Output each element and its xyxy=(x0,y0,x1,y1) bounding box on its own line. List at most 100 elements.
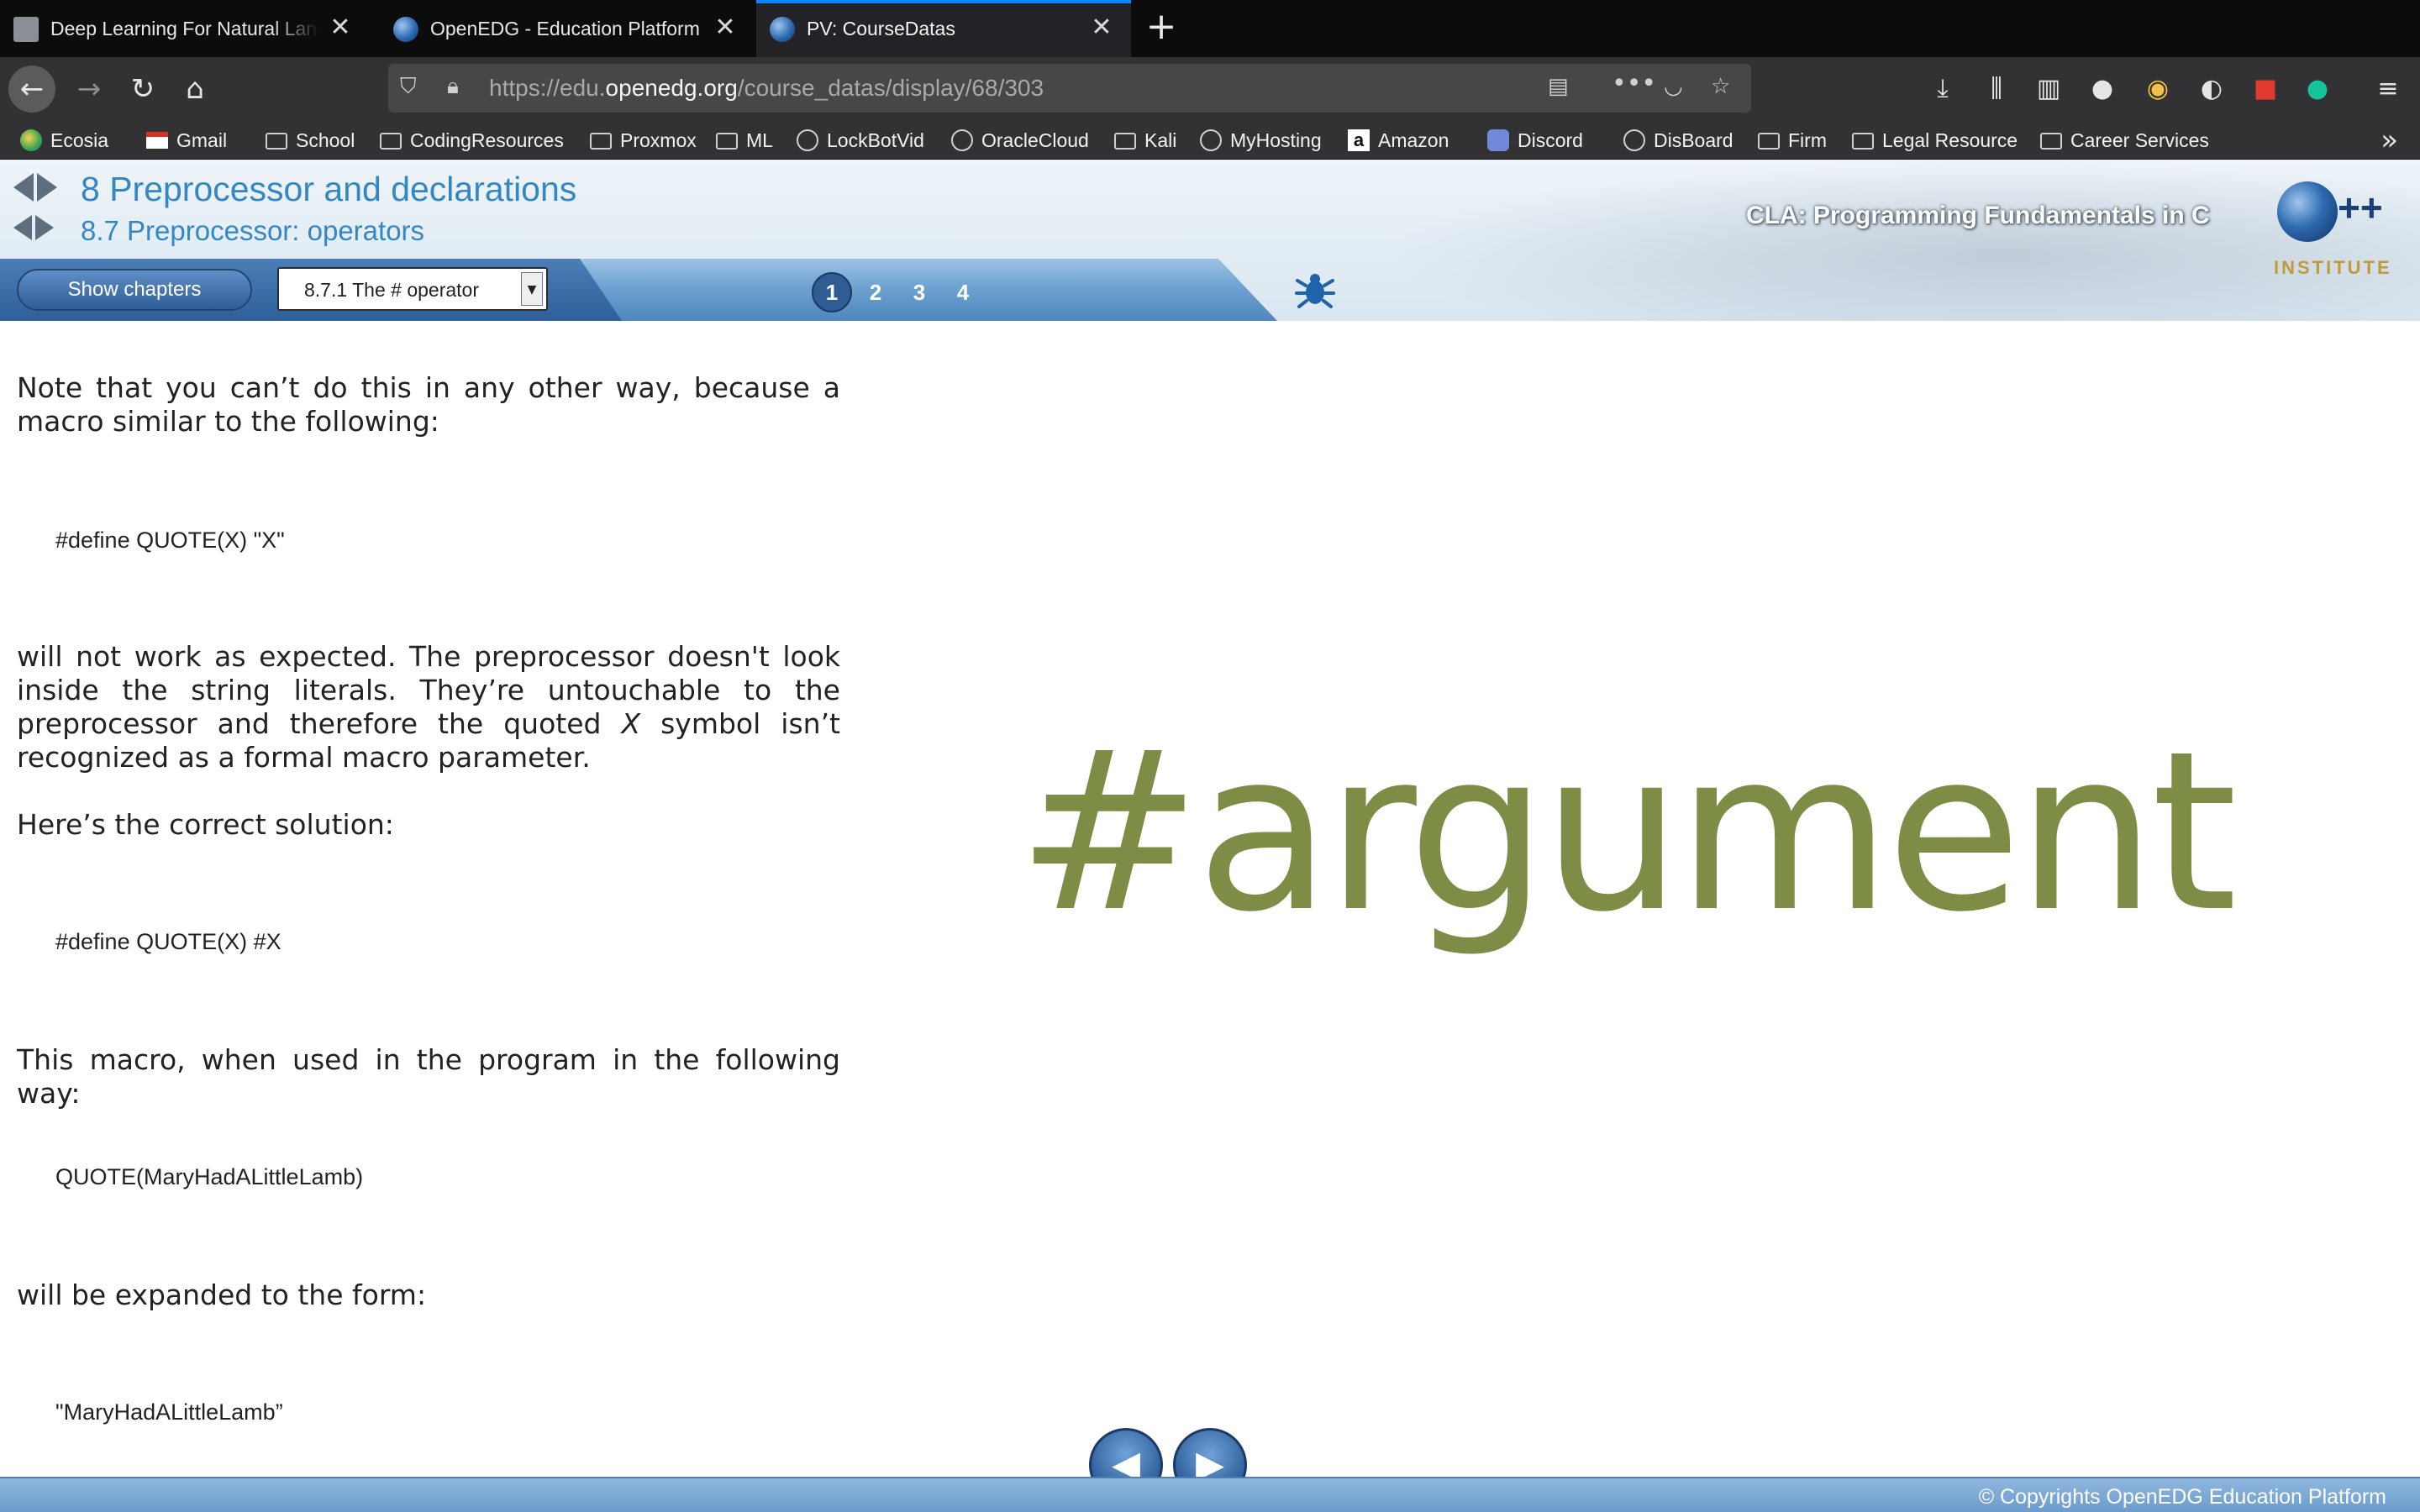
tab-coursedatas[interactable]: PV: CourseDatas ✕ xyxy=(756,0,1131,57)
bookmark-proxmox[interactable]: Proxmox xyxy=(590,124,697,156)
library-icon[interactable]: ⫼ xyxy=(1980,72,2013,106)
ecosia-icon xyxy=(20,129,42,151)
close-icon[interactable]: ✕ xyxy=(326,13,355,42)
bookmark-codingresources[interactable]: CodingResources xyxy=(380,124,564,156)
chevron-double-right-icon[interactable]: » xyxy=(2381,121,2398,160)
amazon-icon: a xyxy=(1348,129,1370,151)
folder-icon xyxy=(266,133,287,150)
bookmark-label: OracleCloud xyxy=(981,129,1089,151)
lock-icon: 🔒︎ xyxy=(447,74,459,99)
tab-title: PV: CourseDatas xyxy=(807,17,955,39)
bookmark-myhosting[interactable]: MyHosting xyxy=(1200,124,1322,156)
bookmark-lockbotvid[interactable]: LockBotVid xyxy=(797,124,924,156)
code-snippet: #define QUOTE(X) "X" xyxy=(55,528,285,553)
bookmark-discord[interactable]: Discord xyxy=(1487,124,1583,156)
bookmark-career-services[interactable]: Career Services xyxy=(2040,124,2209,156)
arrow-left-icon: ← xyxy=(19,72,45,106)
page-button-4[interactable]: 4 xyxy=(943,272,983,312)
chapter-next-icon[interactable] xyxy=(37,173,57,202)
paragraph: will not work as expected. The preproces… xyxy=(17,640,840,774)
code-snippet: "MaryHadALittleLamb” xyxy=(55,1399,283,1425)
more-actions-icon[interactable]: ••• xyxy=(1612,69,1656,98)
section-select[interactable]: 8.7.1 The # operator ▼ xyxy=(277,267,548,311)
globe-icon xyxy=(1200,129,1222,151)
cpp-institute-logo: ++ INSTITUTE xyxy=(2274,181,2400,291)
new-tab-button[interactable]: + xyxy=(1143,8,1180,47)
logo-text: ++ xyxy=(2338,186,2383,229)
folder-icon xyxy=(1852,133,1874,150)
url-domain: openedg.org xyxy=(605,75,738,101)
navigation-toolbar: ← → ↻ ⌂ ⛉ 🔒︎ https://edu.openedg.org/cou… xyxy=(0,57,2420,121)
page-button-2[interactable]: 2 xyxy=(855,272,896,312)
page-button-1[interactable]: 1 xyxy=(812,272,852,312)
bookmark-label: Discord xyxy=(1518,129,1583,151)
bookmark-ecosia[interactable]: Ecosia xyxy=(20,124,108,156)
download-icon[interactable]: ⤓ xyxy=(1926,72,1960,106)
course-header: 8 Preprocessor and declarations 8.7 Prep… xyxy=(0,160,2420,321)
bookmarks-bar: Ecosia Gmail School CodingResources Prox… xyxy=(0,121,2420,160)
gmail-icon xyxy=(146,132,168,149)
url-bar[interactable]: ⛉ 🔒︎ https://edu.openedg.org/course_data… xyxy=(388,64,1751,113)
course-control-strip: Show chapters 8.7.1 The # operator ▼ 1 2… xyxy=(0,259,1277,321)
bookmark-oraclecloud[interactable]: OracleCloud xyxy=(951,124,1089,156)
header-background-image xyxy=(1378,160,2420,321)
bookmark-disboard[interactable]: DisBoard xyxy=(1623,124,1733,156)
section-nav-arrows xyxy=(13,215,54,240)
extension-chrome-icon[interactable]: ◉ xyxy=(2141,72,2175,106)
arrow-right-icon: → xyxy=(76,72,102,106)
globe-icon xyxy=(797,129,818,151)
reload-icon: ↻ xyxy=(130,72,155,106)
bookmark-legal-resource[interactable]: Legal Resource xyxy=(1852,124,2018,156)
pocket-icon[interactable]: ◡ xyxy=(1664,74,1683,99)
folder-icon xyxy=(1114,133,1136,150)
home-button[interactable]: ⌂ xyxy=(171,66,218,113)
chevron-down-icon[interactable]: ▼ xyxy=(521,272,543,306)
bookmark-ml[interactable]: ML xyxy=(716,124,773,156)
url-text[interactable]: https://edu.openedg.org/course_datas/dis… xyxy=(489,75,1044,102)
bookmark-label: School xyxy=(296,129,355,151)
bookmark-kali[interactable]: Kali xyxy=(1114,124,1176,156)
section-select-value: 8.7.1 The # operator xyxy=(304,279,479,301)
close-icon[interactable]: ✕ xyxy=(1087,13,1116,42)
bookmark-label: ML xyxy=(746,129,773,151)
bug-report-icon[interactable] xyxy=(1294,269,1336,311)
extension-c-icon[interactable]: ◐ xyxy=(2195,72,2228,106)
bookmark-school[interactable]: School xyxy=(266,124,355,156)
show-chapters-button[interactable]: Show chapters xyxy=(17,269,252,311)
openedg-globe-icon xyxy=(770,17,795,42)
page-button-3[interactable]: 3 xyxy=(899,272,939,312)
forward-button[interactable]: → xyxy=(66,66,113,113)
sidebar-icon[interactable]: ▥ xyxy=(2032,72,2065,106)
openedg-globe-icon xyxy=(393,17,418,42)
globe-icon xyxy=(951,129,973,151)
bookmark-firm[interactable]: Firm xyxy=(1758,124,1827,156)
bookmark-label: Proxmox xyxy=(620,129,697,151)
tab-deep-learning[interactable]: Deep Learning For Natural Language Proce… xyxy=(0,0,370,57)
bookmark-label: LockBotVid xyxy=(827,129,924,151)
close-icon[interactable]: ✕ xyxy=(711,13,739,42)
bookmark-label: DisBoard xyxy=(1654,129,1733,151)
tab-title: OpenEDG - Education Platform xyxy=(430,17,700,39)
course-name: CLA: Programming Fundamentals in C xyxy=(1746,202,2210,229)
tab-openedg[interactable]: OpenEDG - Education Platform ✕ xyxy=(380,0,755,57)
paragraph: Note that you can’t do this in any other… xyxy=(17,371,840,438)
section-prev-icon[interactable] xyxy=(13,215,32,240)
section-next-icon[interactable] xyxy=(35,215,54,240)
grammarly-icon[interactable]: ● xyxy=(2301,72,2334,106)
document-thumbnail-icon xyxy=(13,17,39,42)
back-button[interactable]: ← xyxy=(8,66,55,113)
reload-button[interactable]: ↻ xyxy=(119,66,166,113)
code-snippet: #define QUOTE(X) #X xyxy=(55,929,281,954)
copyright-text: © Copyrights OpenEDG Education Platform xyxy=(1978,1485,2386,1509)
shield-icon: ⛉ xyxy=(400,74,417,99)
flash-icon[interactable]: ■ xyxy=(2249,72,2282,106)
extension-dark-icon[interactable]: ● xyxy=(2086,72,2119,106)
menu-icon[interactable]: ≡ xyxy=(2371,72,2405,106)
reader-view-icon[interactable]: ▤ xyxy=(1548,74,1569,99)
discord-icon xyxy=(1487,129,1509,151)
bookmark-amazon[interactable]: a Amazon xyxy=(1348,124,1449,156)
bookmark-gmail[interactable]: Gmail xyxy=(146,124,227,156)
globe-icon xyxy=(1623,129,1645,151)
star-bookmark-icon[interactable]: ☆ xyxy=(1711,74,1730,99)
chapter-prev-icon[interactable] xyxy=(13,173,34,202)
